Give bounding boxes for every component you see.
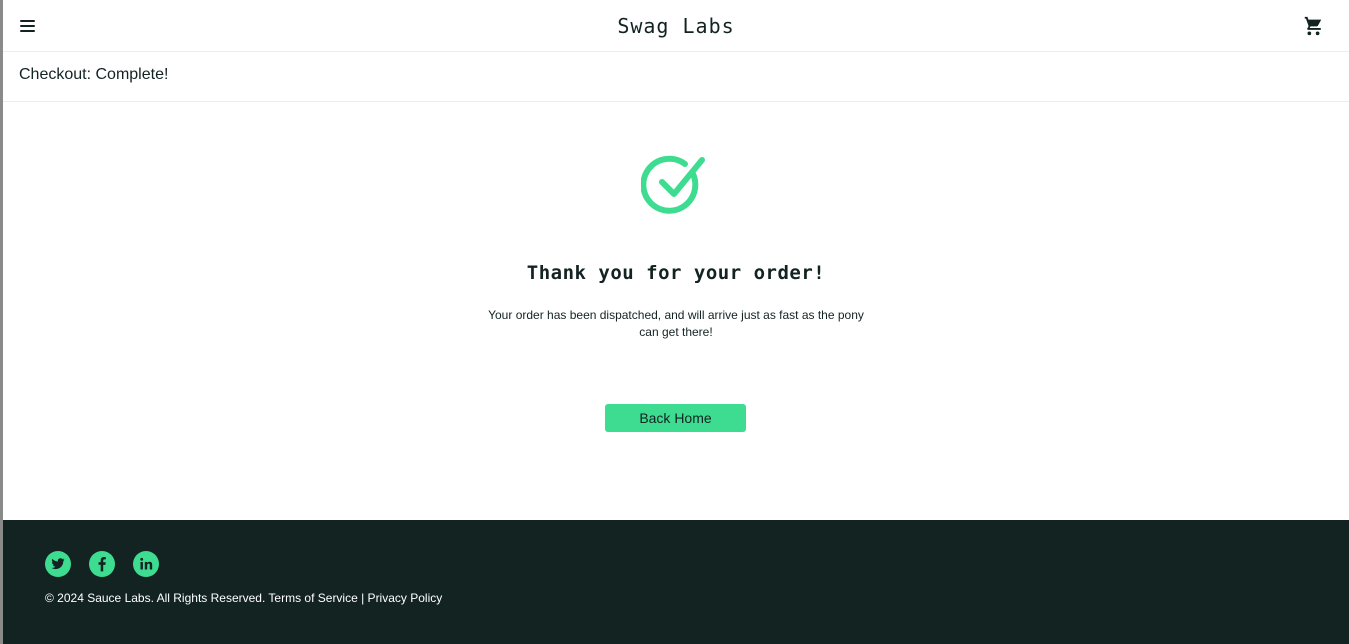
primary-header: Swag Labs xyxy=(3,0,1349,52)
twitter-icon[interactable] xyxy=(45,551,71,577)
facebook-icon[interactable] xyxy=(89,551,115,577)
checkmark-circle-icon xyxy=(640,154,707,220)
back-home-button[interactable]: Back Home xyxy=(605,404,746,432)
copyright-text: © 2024 Sauce Labs. All Rights Reserved. … xyxy=(45,591,443,605)
complete-heading: Thank you for your order! xyxy=(526,262,826,284)
checkout-complete-container: Thank you for your order! Your order has… xyxy=(3,102,1349,520)
secondary-header: Checkout: Complete! xyxy=(3,52,1349,102)
page-title: Checkout: Complete! xyxy=(19,66,169,83)
complete-text: Your order has been dispatched, and will… xyxy=(488,308,864,339)
app-logo: Swag Labs xyxy=(617,14,735,38)
linkedin-icon[interactable] xyxy=(133,551,159,577)
footer: © 2024 Sauce Labs. All Rights Reserved. … xyxy=(3,520,1349,644)
shopping-cart-icon[interactable] xyxy=(1302,15,1324,37)
